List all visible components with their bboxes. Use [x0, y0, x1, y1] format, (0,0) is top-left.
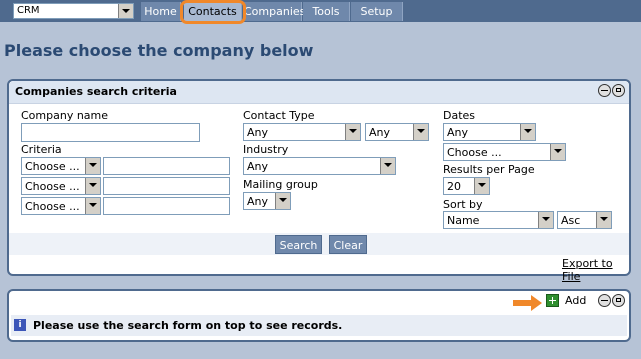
- sort-order-value: Asc: [561, 214, 581, 227]
- dates-range-select[interactable]: Choose ...: [443, 143, 566, 161]
- results-per-page-label: Results per Page: [443, 163, 535, 176]
- industry-label: Industry: [243, 143, 289, 156]
- chevron-down-icon[interactable]: [413, 124, 428, 140]
- chevron-down-icon[interactable]: [118, 4, 133, 18]
- dates-range-value: Choose ...: [447, 146, 502, 159]
- module-select-value: CRM: [17, 5, 40, 16]
- page-title: Please choose the company below: [4, 41, 314, 60]
- criteria-select-3-value: Choose ...: [25, 200, 80, 213]
- company-name-label: Company name: [21, 109, 109, 122]
- criteria-label: Criteria: [21, 143, 62, 156]
- tab-tools[interactable]: Tools: [303, 2, 350, 21]
- chevron-down-icon[interactable]: [538, 212, 553, 228]
- minimize-icon[interactable]: [598, 84, 611, 97]
- chevron-down-icon[interactable]: [550, 144, 565, 160]
- tab-companies[interactable]: Companies: [244, 2, 305, 21]
- dates-select[interactable]: Any: [443, 123, 536, 141]
- add-label[interactable]: Add: [565, 294, 586, 307]
- tab-home[interactable]: Home: [141, 2, 181, 21]
- export-to-file-link[interactable]: Export to File: [562, 257, 629, 283]
- info-message-row: i Please use the search form on top to s…: [11, 315, 627, 336]
- search-criteria-panel: Companies search criteria Company name C…: [7, 79, 631, 283]
- results-per-page-value: 20: [447, 180, 461, 193]
- company-name-input[interactable]: [21, 123, 200, 142]
- sort-order-select[interactable]: Asc: [557, 211, 612, 229]
- mailing-group-value: Any: [247, 195, 269, 208]
- criteria-input-2[interactable]: [103, 177, 230, 195]
- dates-label: Dates: [443, 109, 476, 122]
- criteria-select-2[interactable]: Choose ...: [21, 177, 101, 195]
- clear-button[interactable]: Clear: [329, 235, 367, 254]
- search-button[interactable]: Search: [275, 235, 322, 254]
- contact-type-value: Any: [247, 126, 269, 139]
- chevron-down-icon[interactable]: [275, 193, 290, 209]
- tab-setup[interactable]: Setup: [351, 2, 403, 21]
- sort-by-label: Sort by: [443, 198, 483, 211]
- criteria-select-2-value: Choose ...: [25, 180, 80, 193]
- chevron-down-icon[interactable]: [520, 124, 535, 140]
- criteria-select-3[interactable]: Choose ...: [21, 197, 101, 215]
- restore-icon[interactable]: [612, 84, 625, 97]
- contact-type-select-2[interactable]: Any: [365, 123, 429, 141]
- panel-header: Companies search criteria: [9, 81, 629, 104]
- info-message: Please use the search form on top to see…: [33, 319, 343, 332]
- results-per-page-select[interactable]: 20: [443, 177, 490, 195]
- contact-type-value-2: Any: [369, 126, 391, 139]
- sort-field-select[interactable]: Name: [443, 211, 554, 229]
- panel-title: Companies search criteria: [15, 85, 177, 98]
- minimize-icon[interactable]: [598, 294, 611, 307]
- contact-type-label: Contact Type: [243, 109, 315, 122]
- sort-field-value: Name: [447, 214, 480, 227]
- criteria-select-1-value: Choose ...: [25, 160, 80, 173]
- arrow-pointer-icon: [513, 295, 542, 311]
- restore-icon[interactable]: [612, 294, 625, 307]
- mailing-group-select[interactable]: Any: [243, 192, 291, 210]
- top-nav-bar: CRM Home Contacts Companies Tools Setup: [0, 0, 641, 22]
- chevron-down-icon[interactable]: [380, 158, 395, 174]
- contact-type-select[interactable]: Any: [243, 123, 361, 141]
- mailing-group-label: Mailing group: [243, 178, 318, 191]
- industry-value: Any: [247, 160, 269, 173]
- info-icon: i: [14, 319, 26, 331]
- tab-contacts[interactable]: Contacts: [184, 2, 242, 21]
- module-select[interactable]: CRM: [13, 3, 134, 19]
- chevron-down-icon[interactable]: [85, 158, 100, 174]
- chevron-down-icon[interactable]: [474, 178, 489, 194]
- results-panel: Add i Please use the search form on top …: [7, 289, 631, 342]
- criteria-input-3[interactable]: [103, 197, 230, 215]
- industry-select[interactable]: Any: [243, 157, 396, 175]
- criteria-input-1[interactable]: [103, 157, 230, 175]
- criteria-select-1[interactable]: Choose ...: [21, 157, 101, 175]
- chevron-down-icon[interactable]: [85, 198, 100, 214]
- dates-value: Any: [447, 126, 469, 139]
- chevron-down-icon[interactable]: [596, 212, 611, 228]
- chevron-down-icon[interactable]: [345, 124, 360, 140]
- chevron-down-icon[interactable]: [85, 178, 100, 194]
- plus-icon[interactable]: [546, 294, 559, 307]
